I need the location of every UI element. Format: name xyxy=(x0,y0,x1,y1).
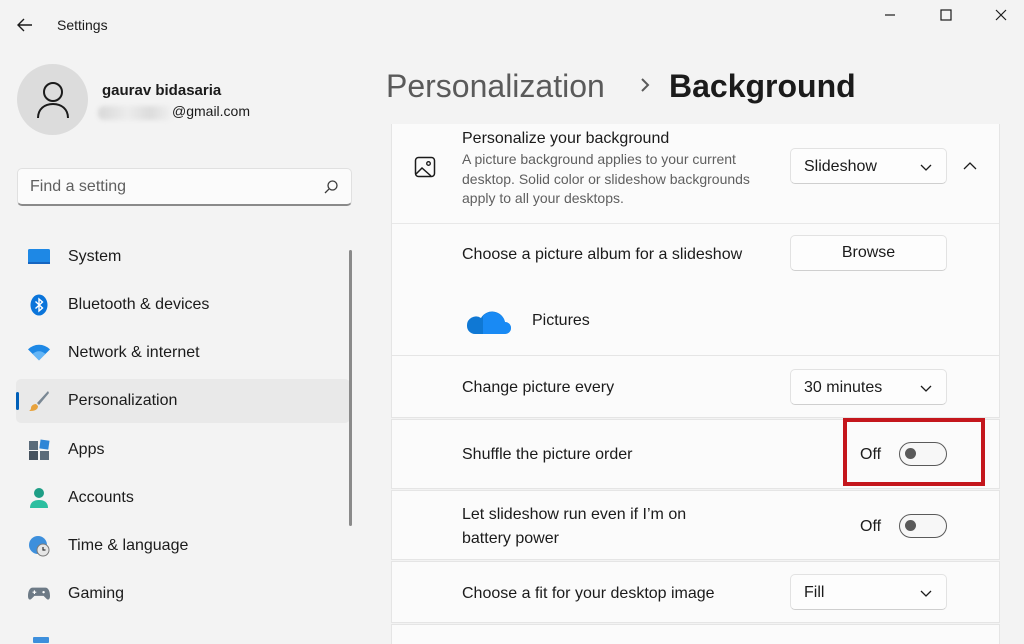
highlight-annotation xyxy=(843,418,985,486)
personalize-background-title: Personalize your background xyxy=(462,130,670,147)
minimize-icon xyxy=(885,14,895,16)
personalize-background-card: Personalize your background A picture ba… xyxy=(391,124,1000,356)
toggle-state-label: Off xyxy=(860,518,882,535)
paintbrush-icon xyxy=(28,390,50,412)
chevron-down-icon xyxy=(920,385,932,392)
user-email: @gmail.com xyxy=(172,103,251,119)
fit-title: Choose a fit for your desktop image xyxy=(462,585,715,602)
change-picture-title: Change picture every xyxy=(462,379,615,396)
sidebar-item-partial-icon xyxy=(30,630,52,643)
gamepad-icon xyxy=(28,583,50,605)
sidebar-item-label: Bluetooth & devices xyxy=(68,296,210,313)
toggle-knob xyxy=(905,520,916,531)
sidebar-item-gaming[interactable]: Gaming xyxy=(16,572,350,616)
sidebar-item-label: Apps xyxy=(68,441,105,458)
next-setting-card-partial xyxy=(391,624,1000,644)
person-icon xyxy=(36,81,69,118)
bluetooth-icon xyxy=(28,294,50,316)
email-redaction xyxy=(98,106,172,120)
sidebar-item-personalization[interactable]: Personalization xyxy=(16,379,350,423)
personalize-background-description: A picture background applies to your cur… xyxy=(462,151,750,206)
user-name: gaurav bidasaria xyxy=(102,82,222,99)
title-bar: Settings xyxy=(0,0,1024,52)
apps-icon xyxy=(28,439,50,461)
sidebar-item-label: Network & internet xyxy=(68,344,200,361)
chevron-down-icon xyxy=(920,164,932,171)
search-input[interactable] xyxy=(30,178,310,196)
interval-dropdown[interactable]: 30 minutes xyxy=(790,369,947,405)
chevron-up-icon xyxy=(963,162,977,170)
account-icon xyxy=(28,487,50,509)
dropdown-value: Fill xyxy=(804,584,825,601)
search-box[interactable] xyxy=(17,168,352,206)
page-title: Background xyxy=(669,68,856,104)
sidebar-item-label: Personalization xyxy=(68,392,178,409)
maximize-button[interactable] xyxy=(931,2,961,28)
album-title: Choose a picture album for a slideshow xyxy=(462,246,743,263)
sidebar-item-accounts[interactable]: Accounts xyxy=(16,476,350,520)
close-icon xyxy=(995,9,1007,21)
battery-card: Let slideshow run even if I’m on battery… xyxy=(391,490,1000,560)
battery-title-line1: Let slideshow run even if I’m on xyxy=(462,506,687,523)
sidebar-scrollbar[interactable] xyxy=(349,250,352,526)
monitor-icon xyxy=(28,246,50,268)
maximize-icon xyxy=(940,9,952,21)
wifi-icon xyxy=(28,342,50,364)
change-picture-card: Change picture every 30 minutes xyxy=(391,355,1000,418)
active-indicator xyxy=(16,392,19,410)
sidebar-item-label: Gaming xyxy=(68,585,125,602)
collapse-button[interactable] xyxy=(958,154,982,178)
chevron-down-icon xyxy=(920,590,932,597)
globe-clock-icon xyxy=(28,535,50,557)
browse-button[interactable]: Browse xyxy=(790,235,947,271)
sidebar-item-time-language[interactable]: Time & language xyxy=(16,524,350,568)
sidebar-item-system[interactable]: System xyxy=(16,235,350,279)
app-title: Settings xyxy=(57,17,108,33)
close-button[interactable] xyxy=(986,2,1016,28)
sidebar-item-label: Accounts xyxy=(68,489,134,506)
avatar[interactable] xyxy=(17,64,88,135)
album-folder-label[interactable]: Pictures xyxy=(532,312,590,330)
battery-toggle[interactable] xyxy=(899,514,947,538)
background-type-dropdown[interactable]: Slideshow xyxy=(790,148,947,184)
breadcrumb-parent[interactable]: Personalization xyxy=(386,68,605,105)
fit-dropdown[interactable]: Fill xyxy=(790,574,947,610)
sidebar-item-bluetooth[interactable]: Bluetooth & devices xyxy=(16,283,350,327)
sidebar-item-label: System xyxy=(68,248,122,265)
back-button[interactable] xyxy=(10,10,40,40)
shuffle-title: Shuffle the picture order xyxy=(462,446,633,463)
battery-title-line2: battery power xyxy=(462,530,559,547)
sidebar-item-label: Time & language xyxy=(68,537,189,554)
chevron-right-icon xyxy=(641,78,650,92)
arrow-left-icon xyxy=(17,18,32,32)
minimize-button[interactable] xyxy=(875,2,905,28)
image-icon xyxy=(414,156,436,178)
dropdown-value: Slideshow xyxy=(804,158,877,175)
search-icon[interactable] xyxy=(323,179,339,195)
fit-card: Choose a fit for your desktop image Fill xyxy=(391,561,1000,623)
dropdown-value: 30 minutes xyxy=(804,379,883,396)
sidebar-item-network[interactable]: Network & internet xyxy=(16,331,350,375)
personalize-background-row[interactable]: Personalize your background A picture ba… xyxy=(392,124,999,224)
onedrive-cloud-icon xyxy=(466,311,511,334)
sidebar-item-apps[interactable]: Apps xyxy=(16,428,350,472)
